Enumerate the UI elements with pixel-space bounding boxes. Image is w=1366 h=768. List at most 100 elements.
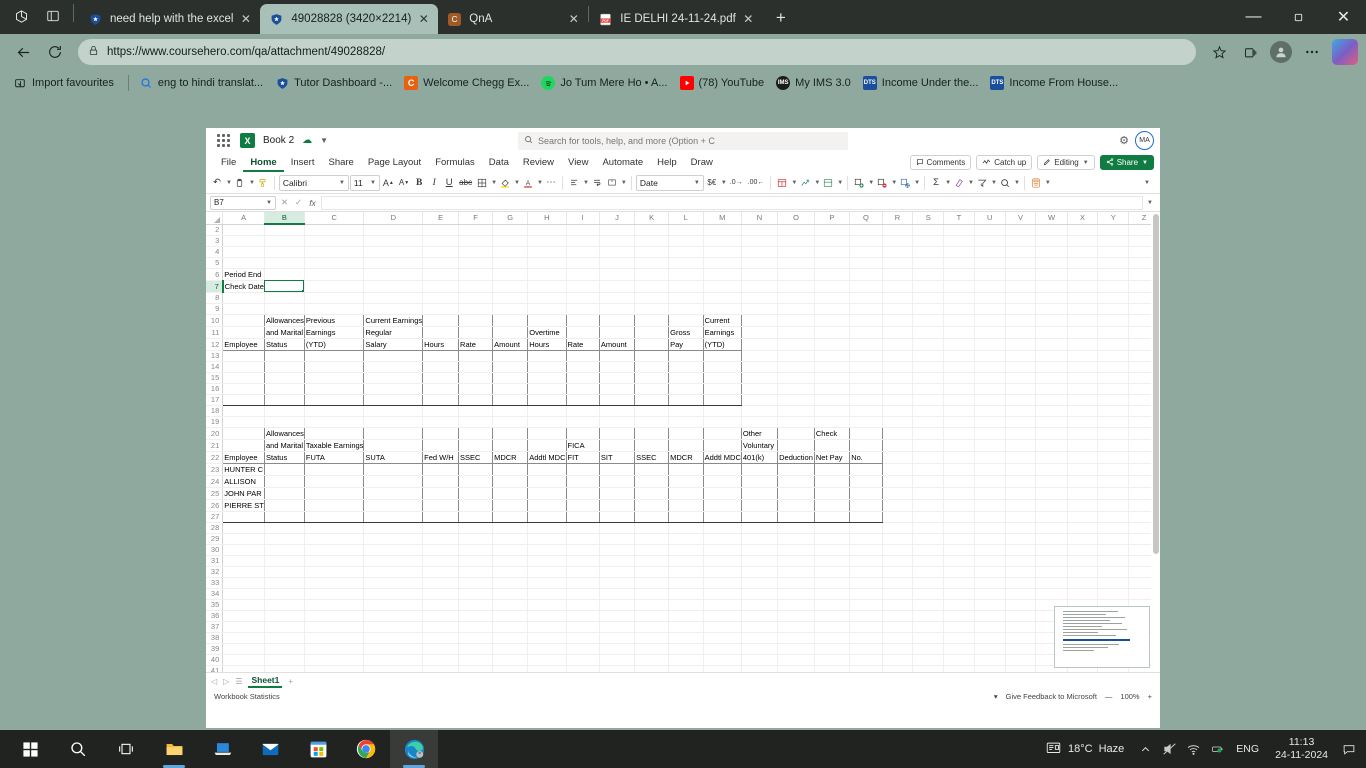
cell-J40[interactable] [599, 654, 636, 666]
cell-B9[interactable] [264, 303, 305, 315]
cell-T4[interactable] [943, 246, 975, 258]
cell-I24[interactable] [565, 475, 600, 488]
cell-O28[interactable] [777, 522, 815, 534]
row-header-2[interactable]: 2 [206, 224, 224, 236]
browser-tab-3[interactable]: PDF IE DELHI 24-11-24.pdf ✕ [589, 4, 763, 34]
calculator-button[interactable] [1029, 174, 1043, 192]
cell-S8[interactable] [912, 292, 945, 304]
number-format-box[interactable]: Date ▼ [635, 174, 704, 191]
cell-L38[interactable] [668, 632, 704, 644]
cell-H38[interactable] [527, 632, 567, 644]
cell-W11[interactable] [1035, 326, 1068, 339]
column-header-O[interactable]: O [777, 212, 815, 225]
cell-K37[interactable] [634, 621, 670, 633]
cell-A18[interactable] [222, 405, 265, 417]
cell-M9[interactable] [703, 303, 742, 315]
cell-O38[interactable] [777, 632, 815, 644]
cell-H29[interactable] [527, 533, 567, 545]
cell-Y8[interactable] [1097, 292, 1130, 304]
cell-L19[interactable] [668, 416, 704, 428]
cell-O3[interactable] [777, 235, 815, 247]
cell-C30[interactable] [304, 544, 365, 556]
cell-K29[interactable] [634, 533, 670, 545]
cell-F2[interactable] [458, 224, 494, 236]
cell-G28[interactable] [492, 522, 529, 534]
cell-I2[interactable] [566, 224, 600, 236]
cell-X28[interactable] [1067, 522, 1099, 534]
cell-I14[interactable] [565, 361, 600, 373]
cell-F24[interactable] [458, 475, 494, 488]
cell-O34[interactable] [777, 588, 815, 600]
cell-E28[interactable] [422, 522, 460, 534]
cell-I37[interactable] [566, 621, 600, 633]
cell-M13[interactable] [702, 350, 742, 362]
cell-J3[interactable] [599, 235, 636, 247]
cell-U13[interactable] [974, 350, 1006, 362]
cell-W6[interactable] [1035, 268, 1068, 281]
cell-M31[interactable] [703, 555, 742, 567]
cell-S21[interactable] [912, 439, 945, 452]
cell-A40[interactable] [222, 654, 265, 666]
cell-W17[interactable] [1035, 394, 1068, 406]
cell-J8[interactable] [599, 292, 636, 304]
next-sheet-icon[interactable]: ▷ [223, 677, 229, 686]
cell-X7[interactable] [1067, 280, 1099, 293]
cell-C2[interactable] [304, 224, 365, 236]
cell-S5[interactable] [912, 257, 945, 269]
cell-C28[interactable] [304, 522, 365, 534]
cell-E6[interactable] [422, 268, 460, 281]
cell-J34[interactable] [599, 588, 636, 600]
cell-Y16[interactable] [1097, 383, 1130, 395]
cell-H23[interactable] [527, 463, 567, 476]
cell-G39[interactable] [492, 643, 529, 655]
cell-F29[interactable] [458, 533, 494, 545]
align-button[interactable] [567, 174, 581, 192]
cell-C37[interactable] [304, 621, 365, 633]
cell-T25[interactable] [943, 487, 975, 500]
cell-U8[interactable] [974, 292, 1006, 304]
chevron-down-icon[interactable]: ▼ [491, 180, 497, 186]
cell-Q23[interactable] [849, 463, 883, 476]
cell-V11[interactable] [1005, 326, 1037, 339]
cell-N30[interactable] [741, 544, 779, 556]
cell-V9[interactable] [1005, 303, 1037, 315]
close-button[interactable]: ✕ [1321, 1, 1366, 33]
cell-S2[interactable] [912, 224, 945, 236]
cell-C14[interactable] [303, 361, 365, 373]
cell-G27[interactable] [492, 511, 529, 523]
cell-D39[interactable] [363, 643, 424, 655]
cell-S13[interactable] [912, 350, 945, 362]
format-painter-button[interactable] [256, 174, 270, 192]
cell-L14[interactable] [668, 361, 704, 373]
cell-U4[interactable] [974, 246, 1006, 258]
cell-T9[interactable] [943, 303, 975, 315]
cell-O24[interactable] [777, 475, 815, 488]
cell-B25[interactable] [263, 487, 305, 500]
cell-V34[interactable] [1005, 588, 1037, 600]
cell-M32[interactable] [703, 566, 742, 578]
cell-P2[interactable] [814, 224, 851, 236]
cell-H20[interactable] [527, 426, 567, 440]
cell-Y18[interactable] [1097, 405, 1130, 417]
cell-H30[interactable] [527, 544, 567, 556]
bookmark-youtube[interactable]: (78) YouTube [676, 74, 773, 92]
cell-L30[interactable] [668, 544, 704, 556]
cell-S28[interactable] [912, 522, 945, 534]
cell-G5[interactable] [492, 257, 529, 269]
cell-P8[interactable] [814, 292, 851, 304]
cell-S37[interactable] [912, 621, 945, 633]
row-header-24[interactable]: 24 [206, 475, 224, 488]
cell-M36[interactable] [703, 610, 742, 622]
cell-M6[interactable] [703, 268, 742, 281]
cell-M7[interactable] [703, 280, 742, 293]
cell-V35[interactable] [1005, 599, 1037, 611]
cell-V6[interactable] [1005, 268, 1037, 281]
cell-M41[interactable] [703, 665, 742, 672]
column-header-M[interactable]: M [703, 212, 742, 225]
cell-J30[interactable] [599, 544, 636, 556]
cell-S27[interactable] [912, 511, 945, 523]
cell-O19[interactable] [777, 416, 815, 428]
increase-decimal-button[interactable]: .0→ [728, 174, 745, 192]
cell-B19[interactable] [264, 416, 305, 428]
cell-I9[interactable] [566, 303, 600, 315]
